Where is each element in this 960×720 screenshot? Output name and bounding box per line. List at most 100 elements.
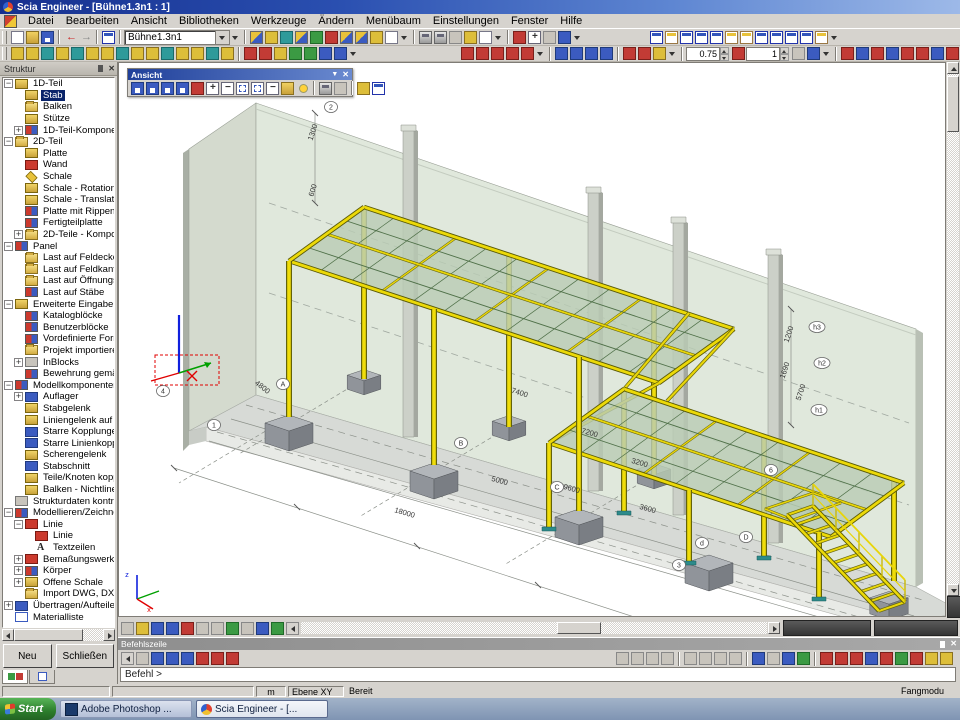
dropdown-icon[interactable] (349, 47, 358, 60)
menu--ndern[interactable]: Ändern (312, 14, 359, 29)
tree-item-schale-rotationsflä[interactable]: Schale - Rotationsflä (3, 182, 114, 194)
select-members-icon[interactable] (856, 47, 869, 60)
collapse-icon[interactable]: − (4, 508, 13, 517)
frame-icon[interactable] (56, 47, 69, 60)
dropdown-icon[interactable] (830, 31, 839, 44)
invert-selection-icon[interactable] (931, 47, 944, 60)
midpoint-icon[interactable] (797, 652, 810, 665)
snap-intersection-icon[interactable] (865, 652, 878, 665)
taskbar-task-adobe-photoshop-[interactable]: Adobe Photoshop ... (60, 700, 192, 718)
window-settings-icon[interactable] (372, 82, 385, 95)
snap-grid-icon[interactable] (925, 652, 938, 665)
plate-rib-icon[interactable] (206, 47, 219, 60)
cleaner-icon[interactable] (543, 31, 556, 44)
tree-item-vordefinierte-formen[interactable]: Vordefinierte Formen (3, 333, 114, 345)
move-icon[interactable] (585, 47, 598, 60)
zoom-all-icon[interactable] (251, 82, 264, 95)
menu-ansicht[interactable]: Ansicht (125, 14, 173, 29)
beam-1d-icon[interactable] (26, 47, 39, 60)
opacity-spin-buttons[interactable] (720, 47, 729, 61)
expand-icon[interactable] (121, 652, 134, 665)
tree-item-platte[interactable]: Platte (3, 148, 114, 160)
redo-icon[interactable] (79, 31, 92, 44)
tree-item-2d-teile-komponen[interactable]: +2D-Teile - Komponen (3, 229, 114, 241)
cursor-snap-icon[interactable] (752, 652, 765, 665)
open-project-icon[interactable] (26, 31, 39, 44)
tree-item-schale-translation[interactable]: Schale - Translation (3, 194, 114, 206)
clip-planes-icon[interactable] (334, 82, 347, 95)
close-icon[interactable]: ✕ (342, 71, 349, 79)
edge-snap-icon[interactable] (699, 652, 712, 665)
tree-item-projekt-importieren[interactable]: Projekt importieren (3, 345, 114, 357)
menu-bibliotheken[interactable]: Bibliotheken (173, 14, 245, 29)
track-x-icon[interactable] (196, 652, 209, 665)
polyline-mode-icon[interactable] (631, 652, 644, 665)
status-unit[interactable]: m (256, 686, 286, 697)
scroll-right-icon[interactable] (768, 622, 780, 634)
undo-icon[interactable] (64, 31, 77, 44)
view-window-11-icon[interactable] (800, 31, 813, 44)
level-filter-icon[interactable] (196, 622, 209, 635)
tree-item-panel[interactable]: −Panel (3, 240, 114, 252)
flag-icon[interactable] (181, 622, 194, 635)
open-shell-icon[interactable] (274, 47, 287, 60)
tree-item-stabgelenk[interactable]: Stabgelenk (3, 403, 114, 415)
collapse-icon[interactable]: − (4, 242, 13, 251)
tree-item-liniengelenk-auf-2d-[interactable]: Liniengelenk auf 2D- (3, 414, 114, 426)
curve-icon[interactable] (259, 47, 272, 60)
layer-filter-icon[interactable] (807, 47, 820, 60)
ansicht-toolbar[interactable]: Ansicht ▼ ✕ (127, 68, 353, 97)
materials-db-icon[interactable] (280, 31, 293, 44)
load-panel-icon[interactable] (131, 47, 144, 60)
gallery-icon[interactable] (464, 31, 477, 44)
slab-2d-icon[interactable] (86, 47, 99, 60)
selection-filter-icon[interactable] (901, 47, 914, 60)
send-picture-icon[interactable] (241, 622, 254, 635)
panel-tab-properties[interactable] (29, 670, 55, 684)
ortho-icon[interactable] (782, 652, 795, 665)
view-window-7-icon[interactable] (740, 31, 753, 44)
select-2d-icon[interactable] (871, 47, 884, 60)
snap-center-icon[interactable] (910, 652, 923, 665)
display-settings-icon[interactable] (271, 622, 284, 635)
vertex-snap-icon[interactable] (684, 652, 697, 665)
snap-perpendicular-icon[interactable] (850, 652, 863, 665)
status-snap-mode[interactable]: Fangmodu (898, 686, 960, 697)
shell-2d-icon[interactable] (221, 47, 234, 60)
zoom-in-icon[interactable] (206, 82, 219, 95)
clear-selection-icon[interactable] (946, 47, 959, 60)
tree-item-starre-kopplungen[interactable]: Starre Kopplungen (3, 426, 114, 438)
expand-icon[interactable]: + (14, 566, 23, 575)
catalog-block-icon[interactable] (289, 47, 302, 60)
light-icon[interactable] (296, 82, 309, 95)
scroll-right-icon[interactable] (103, 629, 115, 641)
expand-icon[interactable]: + (14, 230, 23, 239)
delete-icon[interactable] (623, 47, 636, 60)
tree-item-inblocks[interactable]: +InBlocks (3, 356, 114, 368)
mdi-document-icon[interactable] (4, 15, 17, 28)
tree-item-stabschnitt[interactable]: Stabschnitt (3, 461, 114, 473)
circle-icon[interactable] (491, 47, 504, 60)
pointer-icon[interactable] (136, 652, 149, 665)
start-button[interactable]: Start (0, 698, 56, 720)
track-xy-icon[interactable] (226, 652, 239, 665)
layers-icon[interactable] (325, 31, 338, 44)
neu-button[interactable]: Neu (3, 644, 52, 668)
tree-item-1d-teil-komponente[interactable]: +1D-Teil-Komponente (3, 124, 114, 136)
view-direction-icon[interactable] (166, 622, 179, 635)
new-document-icon[interactable] (11, 31, 24, 44)
dropdown-icon[interactable] (668, 47, 677, 60)
dropdown-icon[interactable] (494, 31, 503, 44)
save-project-icon[interactable] (41, 31, 54, 44)
tree-item-stab[interactable]: Stab (3, 90, 114, 102)
tree-item-teile-knoten-koppeln[interactable]: Teile/Knoten koppeln (3, 472, 114, 484)
chevron-down-icon[interactable]: ▼ (331, 71, 338, 78)
tab-coord-icon[interactable] (181, 652, 194, 665)
collapse-icon[interactable] (286, 622, 299, 635)
scale-icon[interactable] (732, 47, 745, 60)
menu-hilfe[interactable]: Hilfe (554, 14, 588, 29)
tree-item-fertigteilplatte[interactable]: Fertigteilplatte (3, 217, 114, 229)
arbitrary-member-icon[interactable] (191, 47, 204, 60)
tree-item-schale[interactable]: Schale (3, 171, 114, 183)
project-item-combobox[interactable]: Bühne1.3n1 (124, 30, 230, 45)
